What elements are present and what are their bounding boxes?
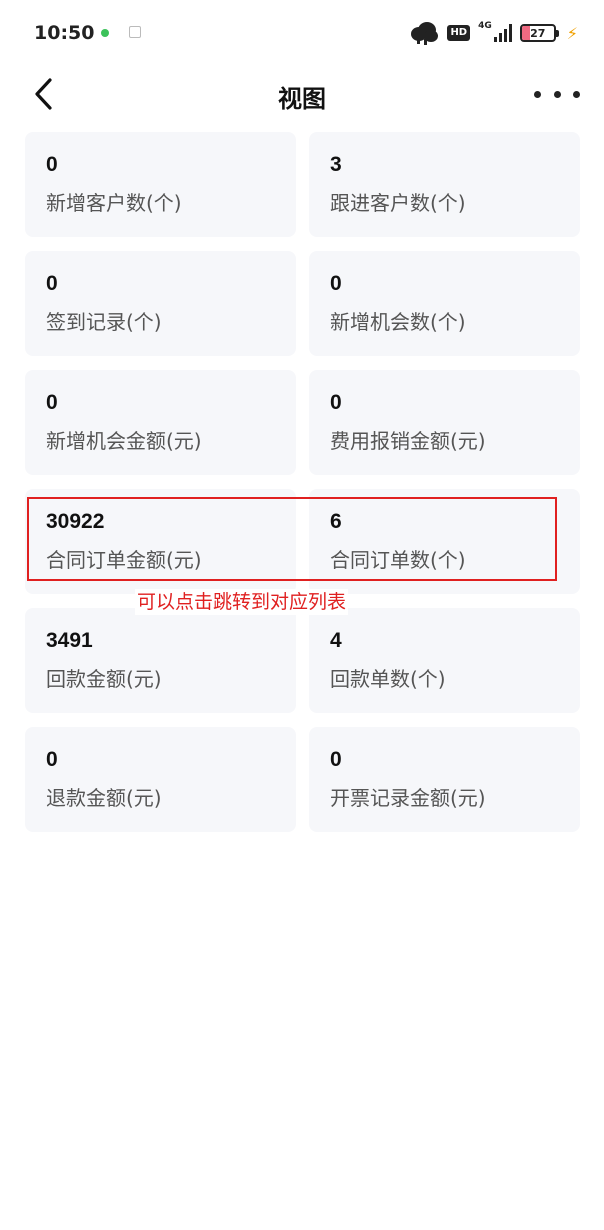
stat-value: 0 xyxy=(330,748,342,771)
stat-value: 0 xyxy=(330,391,342,414)
stat-value: 0 xyxy=(330,272,342,295)
signal-icon xyxy=(493,24,512,42)
stat-value: 0 xyxy=(46,272,58,295)
battery-level: 27 xyxy=(530,26,546,40)
stat-card-payment-amount[interactable]: 3491 回款金额(元) xyxy=(25,608,296,713)
status-icons: HD 4G 27 ⚡ xyxy=(409,20,578,46)
stat-card-new-opportunities[interactable]: 0 新增机会数(个) xyxy=(309,251,580,356)
stat-label: 签到记录(个) xyxy=(46,310,162,334)
status-time: 10:50 xyxy=(34,22,95,44)
stat-label: 新增机会数(个) xyxy=(330,310,466,334)
stat-card-expense-amount[interactable]: 0 费用报销金额(元) xyxy=(309,370,580,475)
hd-badge: HD xyxy=(447,25,471,41)
stat-value: 3491 xyxy=(46,629,93,652)
charging-icon: ⚡ xyxy=(566,23,578,43)
stat-card-checkin-records[interactable]: 0 签到记录(个) xyxy=(25,251,296,356)
page-title: 视图 xyxy=(278,85,326,113)
stats-grid: 0 新增客户数(个) 3 跟进客户数(个) 0 签到记录(个) 0 新增机会数(… xyxy=(25,132,580,832)
stat-card-refund-amount[interactable]: 0 退款金额(元) xyxy=(25,727,296,832)
stat-label: 新增机会金额(元) xyxy=(46,429,202,453)
annotation-text: 可以点击跳转到对应列表 xyxy=(135,589,349,615)
stat-label: 费用报销金额(元) xyxy=(330,429,486,453)
stat-card-payment-count[interactable]: 4 回款单数(个) xyxy=(309,608,580,713)
stat-label: 跟进客户数(个) xyxy=(330,191,466,215)
stat-value: 4 xyxy=(330,629,342,652)
stat-label: 退款金额(元) xyxy=(46,786,162,810)
more-dot-icon xyxy=(553,90,561,98)
stat-label: 回款单数(个) xyxy=(330,667,446,691)
status-bar: 10:50 HD 4G 27 ⚡ xyxy=(0,0,604,66)
stat-value: 0 xyxy=(46,391,58,414)
stat-card-contract-amount[interactable]: 30922 合同订单金额(元) xyxy=(25,489,296,594)
cloud-icon xyxy=(411,22,439,45)
stat-card-contract-count[interactable]: 6 合同订单数(个) xyxy=(309,489,580,594)
status-dot-icon xyxy=(101,29,109,37)
notification-icon xyxy=(129,26,141,38)
stat-label: 合同订单金额(元) xyxy=(46,548,202,572)
battery-fill xyxy=(521,26,531,40)
stat-card-invoice-amount[interactable]: 0 开票记录金额(元) xyxy=(309,727,580,832)
stat-label: 新增客户数(个) xyxy=(46,191,182,215)
more-dot-icon xyxy=(573,90,580,98)
stat-label: 开票记录金额(元) xyxy=(330,786,486,810)
stat-label: 合同订单数(个) xyxy=(330,548,466,572)
network-label: 4G xyxy=(478,21,492,31)
stat-value: 6 xyxy=(330,510,342,533)
stat-card-followup-customers[interactable]: 3 跟进客户数(个) xyxy=(309,132,580,237)
stat-value: 0 xyxy=(46,748,58,771)
more-dot-icon xyxy=(534,90,541,98)
stat-card-new-customers[interactable]: 0 新增客户数(个) xyxy=(25,132,296,237)
battery-icon: 27 xyxy=(519,24,559,42)
stat-card-opportunity-amount[interactable]: 0 新增机会金额(元) xyxy=(25,370,296,475)
more-button[interactable] xyxy=(534,76,580,112)
stat-value: 30922 xyxy=(46,510,105,533)
nav-header: 视图 xyxy=(0,66,604,122)
stat-label: 回款金额(元) xyxy=(46,667,162,691)
stat-value: 3 xyxy=(330,153,342,176)
stat-value: 0 xyxy=(46,153,58,176)
